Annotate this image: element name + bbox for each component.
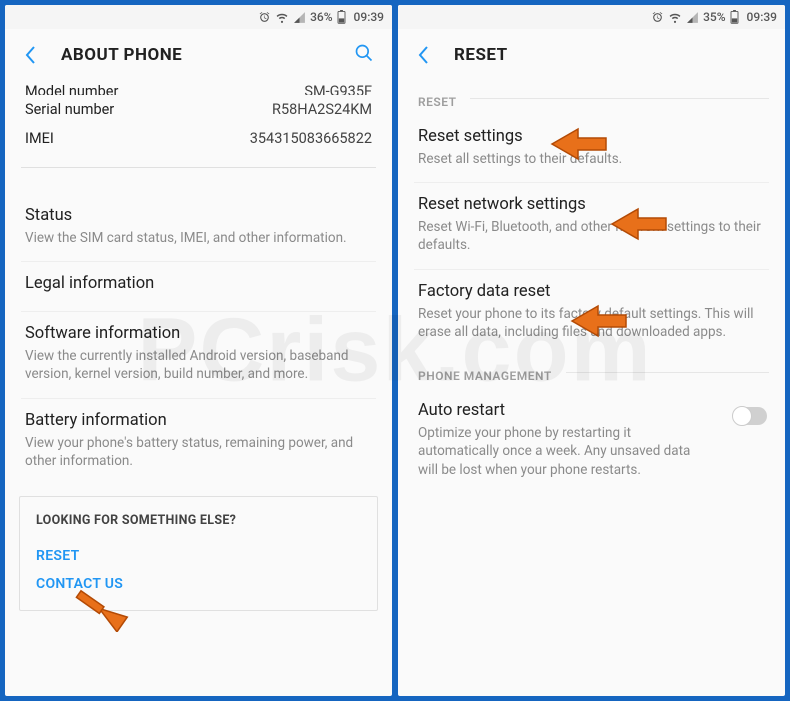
- device-info-table: Model number SM-G935F Serial number R58H…: [5, 81, 392, 161]
- battery-icon: [730, 10, 739, 24]
- battery-percent: 36%: [310, 10, 332, 24]
- item-auto-restart[interactable]: Auto restart Optimize your phone by rest…: [398, 389, 785, 493]
- info-row-imei[interactable]: IMEI 354315083665822: [25, 124, 372, 153]
- battery-percent: 35%: [703, 10, 725, 24]
- item-title: Battery information: [25, 411, 372, 430]
- info-row-serial[interactable]: Serial number R58HA2S24KM: [25, 95, 372, 124]
- toggle-auto-restart[interactable]: [733, 407, 767, 425]
- item-title: Status: [25, 206, 372, 225]
- info-row-model[interactable]: Model number SM-G935F: [25, 81, 372, 95]
- screen-about-phone: 36% 09:39 ABOUT PHONE Model number SM-G9…: [5, 5, 392, 696]
- card-title: LOOKING FOR SOMETHING ELSE?: [36, 513, 361, 528]
- section-phone-management: PHONE MANAGEMENT: [398, 355, 785, 389]
- item-title: Reset network settings: [418, 195, 765, 214]
- item-title: Software information: [25, 324, 372, 343]
- suggestions-card: LOOKING FOR SOMETHING ELSE? RESET CONTAC…: [19, 496, 378, 611]
- header: ABOUT PHONE: [5, 29, 392, 81]
- item-desc: Reset your phone to its factory default …: [418, 305, 765, 341]
- item-legal[interactable]: Legal information: [5, 262, 392, 311]
- item-desc: View the SIM card status, IMEI, and othe…: [25, 229, 372, 247]
- item-desc: Reset Wi-Fi, Bluetooth, and other networ…: [418, 218, 765, 254]
- status-bar: 35% 09:39: [398, 5, 785, 29]
- signal-icon: [686, 11, 699, 24]
- value-imei: 354315083665822: [250, 130, 372, 147]
- content-area: Model number SM-G935F Serial number R58H…: [5, 81, 392, 696]
- back-button[interactable]: [19, 43, 43, 67]
- item-desc: Optimize your phone by restarting it aut…: [418, 424, 713, 479]
- status-time: 09:39: [354, 10, 384, 24]
- section-reset: RESET: [398, 81, 785, 115]
- item-title: Factory data reset: [418, 282, 765, 301]
- wifi-icon: [275, 11, 289, 24]
- alarm-icon: [651, 11, 664, 24]
- page-title: ABOUT PHONE: [61, 45, 354, 65]
- item-reset-network[interactable]: Reset network settings Reset Wi-Fi, Blue…: [398, 183, 785, 268]
- content-area: RESET Reset settings Reset all settings …: [398, 81, 785, 696]
- item-title: Reset settings: [418, 127, 765, 146]
- label-imei: IMEI: [25, 130, 54, 147]
- status-time: 09:39: [747, 10, 777, 24]
- item-software[interactable]: Software information View the currently …: [5, 312, 392, 397]
- alarm-icon: [258, 11, 271, 24]
- screens-container: 36% 09:39 ABOUT PHONE Model number SM-G9…: [0, 0, 790, 701]
- value-serial: R58HA2S24KM: [272, 101, 372, 118]
- item-status[interactable]: Status View the SIM card status, IMEI, a…: [5, 194, 392, 261]
- link-contact-us[interactable]: CONTACT US: [36, 570, 361, 598]
- battery-icon: [337, 10, 346, 24]
- item-reset-settings[interactable]: Reset settings Reset all settings to the…: [398, 115, 785, 182]
- label-serial: Serial number: [25, 101, 114, 118]
- signal-icon: [293, 11, 306, 24]
- search-button[interactable]: [354, 43, 378, 67]
- item-factory-reset[interactable]: Factory data reset Reset your phone to i…: [398, 270, 785, 355]
- screen-reset: 35% 09:39 RESET RESET Reset settings Res…: [398, 5, 785, 696]
- item-title: Legal information: [25, 274, 372, 293]
- item-desc: View your phone's battery status, remain…: [25, 434, 372, 470]
- status-bar: 36% 09:39: [5, 5, 392, 29]
- item-battery[interactable]: Battery information View your phone's ba…: [5, 399, 392, 484]
- link-reset[interactable]: RESET: [36, 542, 361, 570]
- wifi-icon: [668, 11, 682, 24]
- header: RESET: [398, 29, 785, 81]
- item-desc: Reset all settings to their defaults.: [418, 150, 765, 168]
- value-model: SM-G935F: [304, 83, 372, 85]
- page-title: RESET: [454, 45, 771, 65]
- item-desc: View the currently installed Android ver…: [25, 347, 372, 383]
- item-title: Auto restart: [418, 401, 713, 420]
- label-model: Model number: [25, 83, 118, 85]
- back-button[interactable]: [412, 43, 436, 67]
